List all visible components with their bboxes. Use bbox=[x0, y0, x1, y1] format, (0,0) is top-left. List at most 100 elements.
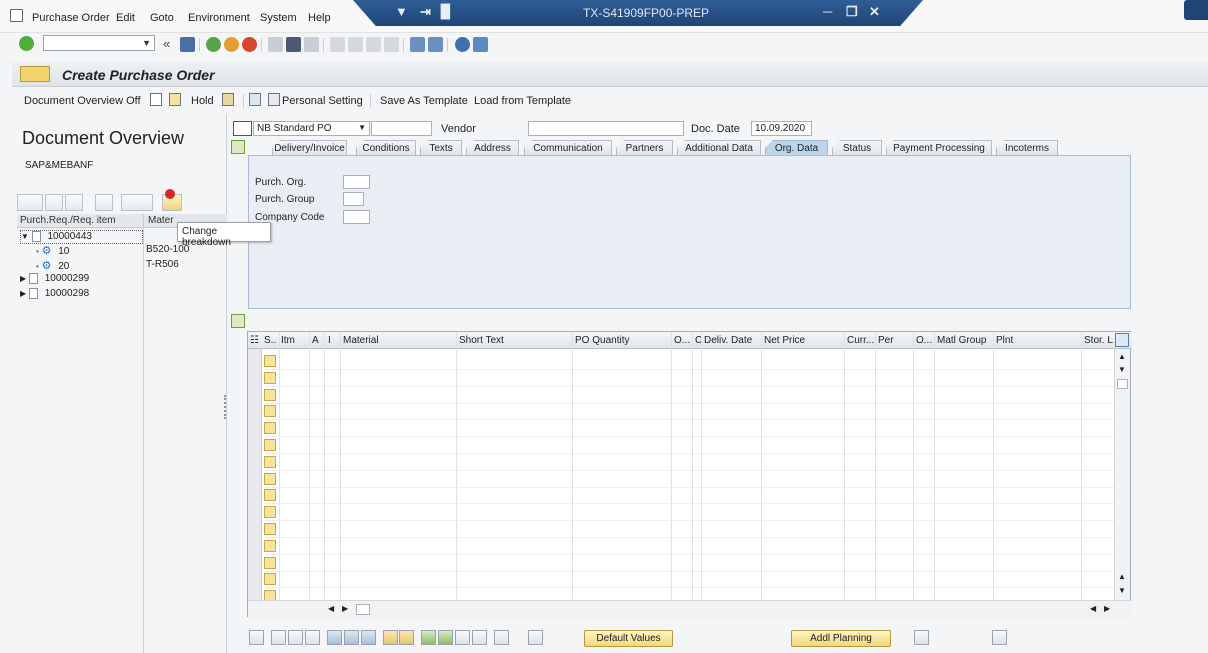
column-matl-group[interactable]: Matl Group bbox=[937, 335, 986, 346]
column-purch-req[interactable]: Purch.Req./Req. item bbox=[20, 215, 116, 226]
addl-planning-button[interactable]: Addl Planning bbox=[791, 630, 891, 647]
column-item-category[interactable]: I bbox=[328, 335, 331, 346]
layout-icon[interactable] bbox=[121, 194, 153, 211]
help-icon[interactable] bbox=[455, 37, 470, 52]
default-values-button[interactable]: Default Values bbox=[584, 630, 673, 647]
horizontal-scrollbar[interactable]: ◀ ▶ ◀ ▶ bbox=[248, 600, 1132, 618]
scroll-up-icon[interactable]: ▲ bbox=[1118, 352, 1126, 361]
next-page-icon[interactable] bbox=[366, 37, 381, 52]
row-status-marker[interactable] bbox=[264, 539, 276, 552]
column-status[interactable]: S.. bbox=[264, 335, 276, 346]
filter-off-icon[interactable] bbox=[472, 630, 487, 645]
menu-purchase-order[interactable]: Purchase Order bbox=[32, 12, 110, 24]
purch-group-field[interactable] bbox=[343, 192, 364, 206]
dropdown-icon[interactable]: ▼ bbox=[395, 4, 408, 19]
sort-ascending-icon[interactable] bbox=[421, 630, 436, 645]
tree-node-req[interactable]: ▶ 10000299 bbox=[20, 273, 143, 287]
menu-edit[interactable]: Edit bbox=[116, 12, 135, 24]
menu-system[interactable]: System bbox=[260, 12, 297, 24]
column-plant[interactable]: Plnt bbox=[996, 335, 1013, 346]
column-item[interactable]: Itm bbox=[281, 335, 295, 346]
expand-icon[interactable]: ▶ bbox=[20, 289, 26, 298]
tab-org-data[interactable]: Org. Data bbox=[765, 140, 828, 156]
check-icon[interactable] bbox=[222, 93, 234, 106]
minimize-icon[interactable]: ─ bbox=[823, 4, 832, 19]
row-status-marker[interactable] bbox=[264, 573, 276, 586]
paste-icon[interactable] bbox=[399, 630, 414, 645]
personal-setting-button[interactable]: Personal Setting bbox=[282, 95, 363, 107]
scroll-thumb[interactable] bbox=[1117, 379, 1128, 389]
load-from-template-button[interactable]: Load from Template bbox=[474, 95, 571, 107]
select-block-icon[interactable] bbox=[288, 630, 303, 645]
find-icon[interactable] bbox=[95, 194, 113, 211]
vertical-scrollbar[interactable]: ▲ ▼ ▲ ▼ bbox=[1114, 349, 1130, 600]
tab-partners[interactable]: Partners bbox=[616, 140, 673, 156]
layout-icon[interactable] bbox=[528, 630, 543, 645]
column-per[interactable]: Per bbox=[878, 335, 894, 346]
row-status-marker[interactable] bbox=[264, 371, 276, 384]
tree-node-req[interactable]: ▶ 10000298 bbox=[20, 288, 143, 302]
enter-icon[interactable] bbox=[19, 36, 34, 51]
row-selector-column[interactable] bbox=[248, 349, 262, 600]
tab-payment-processing[interactable]: Payment Processing bbox=[886, 140, 992, 156]
table-row[interactable] bbox=[262, 402, 1115, 404]
row-status-marker[interactable] bbox=[264, 355, 276, 367]
expand-icon[interactable]: ▶ bbox=[20, 274, 26, 283]
other-document-icon[interactable] bbox=[169, 93, 181, 106]
column-net-price[interactable]: Net Price bbox=[764, 335, 805, 346]
table-row[interactable] bbox=[262, 570, 1115, 572]
table-row[interactable] bbox=[262, 385, 1115, 387]
document-overview-off-button[interactable]: Document Overview Off bbox=[24, 95, 141, 107]
scroll-left-icon[interactable]: ◀ bbox=[328, 604, 334, 613]
new-document-icon[interactable] bbox=[150, 93, 162, 106]
layout-icon[interactable] bbox=[473, 37, 488, 52]
restore-icon[interactable]: ❐ bbox=[846, 4, 858, 20]
close-icon[interactable]: ✕ bbox=[869, 4, 880, 20]
row-status-marker[interactable] bbox=[264, 439, 276, 451]
column-account-assignment[interactable]: A bbox=[312, 335, 319, 346]
row-status-marker[interactable] bbox=[264, 489, 276, 502]
select-all-icon[interactable]: ☷ bbox=[250, 335, 259, 346]
table-row[interactable] bbox=[262, 537, 1115, 538]
table-row[interactable] bbox=[262, 469, 1115, 471]
table-row[interactable] bbox=[262, 553, 1115, 555]
vendor-field[interactable] bbox=[528, 121, 684, 136]
sum-icon[interactable] bbox=[494, 630, 509, 645]
column-deliv-date[interactable]: Deliv. Date bbox=[704, 335, 752, 346]
cancel-icon[interactable] bbox=[242, 37, 257, 52]
pin-icon[interactable]: ⇥ bbox=[420, 4, 431, 20]
page-up-icon[interactable]: ▲ bbox=[1118, 572, 1126, 581]
splitter-handle[interactable] bbox=[224, 395, 227, 419]
delete-icon[interactable] bbox=[327, 630, 342, 645]
table-row[interactable] bbox=[262, 436, 1115, 438]
find-next-icon[interactable] bbox=[304, 37, 319, 52]
lock-icon[interactable] bbox=[344, 630, 359, 645]
table-row[interactable] bbox=[262, 587, 1115, 589]
save-icon[interactable] bbox=[180, 37, 195, 52]
personal-setting-icon[interactable] bbox=[268, 93, 280, 106]
row-status-marker[interactable] bbox=[264, 556, 276, 569]
save-as-template-button[interactable]: Save As Template bbox=[380, 95, 468, 107]
double-left-icon[interactable]: « bbox=[163, 36, 170, 51]
po-number-field[interactable] bbox=[371, 121, 432, 136]
row-status-marker[interactable] bbox=[264, 506, 276, 519]
tab-additional-data[interactable]: Additional Data bbox=[677, 140, 761, 156]
tab-status[interactable]: Status bbox=[832, 140, 882, 156]
tab-delivery-invoice[interactable]: Delivery/Invoice bbox=[272, 140, 347, 156]
new-session-icon[interactable] bbox=[410, 37, 425, 52]
tab-address[interactable]: Address bbox=[466, 140, 519, 156]
row-status-marker[interactable] bbox=[264, 455, 276, 468]
row-status-marker[interactable] bbox=[264, 422, 276, 435]
hold-button[interactable]: Hold bbox=[191, 95, 214, 107]
column-material[interactable]: Material bbox=[343, 335, 379, 346]
tree-node-item[interactable]: • ⚙ 20 T-R506 bbox=[36, 259, 221, 273]
services-icon[interactable] bbox=[914, 630, 929, 645]
purch-org-field[interactable] bbox=[343, 175, 370, 189]
column-currency[interactable]: Curr... bbox=[847, 335, 874, 346]
table-row[interactable] bbox=[262, 520, 1115, 522]
tab-texts[interactable]: Texts bbox=[420, 140, 462, 156]
scroll-right-icon[interactable]: ▶ bbox=[342, 604, 348, 613]
menu-icon[interactable] bbox=[10, 9, 23, 22]
last-page-icon[interactable] bbox=[384, 37, 399, 52]
table-row[interactable] bbox=[262, 419, 1115, 421]
